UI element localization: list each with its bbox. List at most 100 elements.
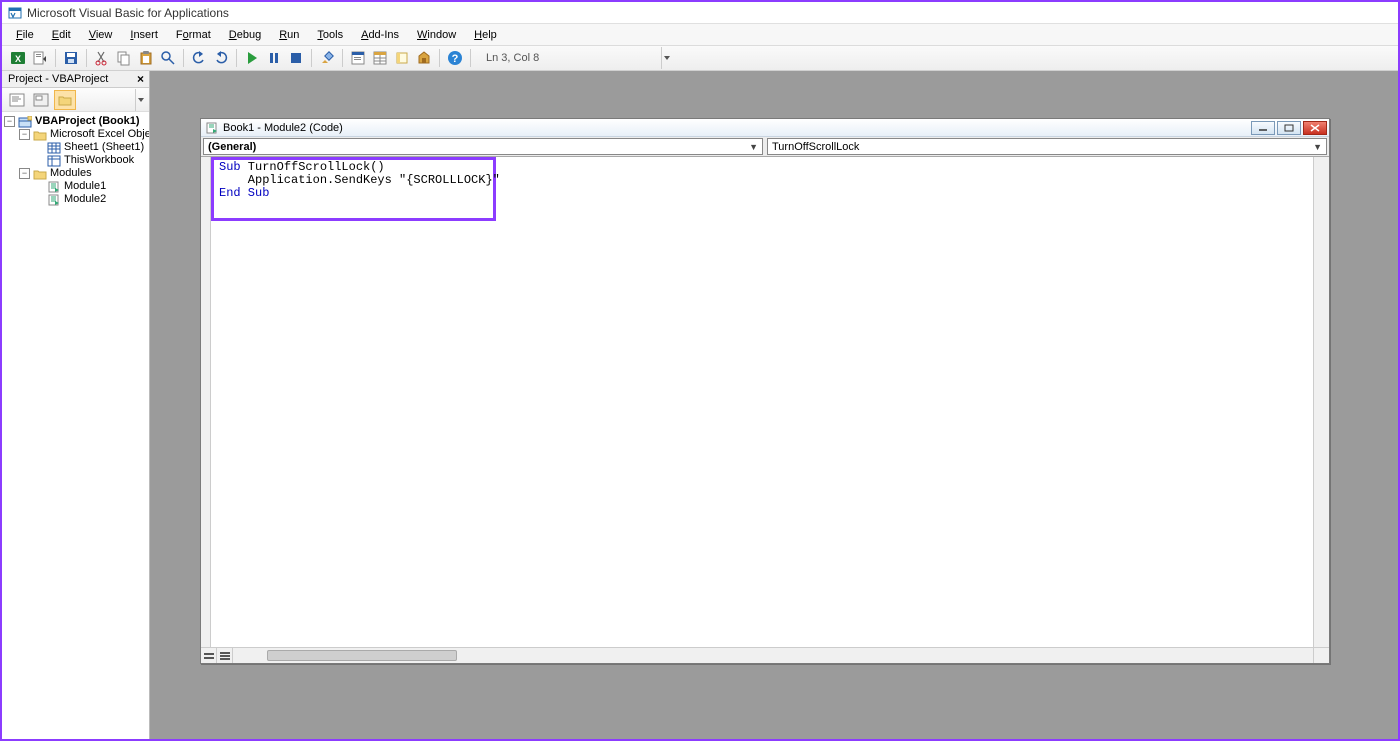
minimize-button[interactable] [1251,121,1275,135]
toolbar-separator [55,49,56,67]
project-toolbar-overflow[interactable] [135,89,145,111]
view-excel-button[interactable]: X [8,48,28,68]
menu-file[interactable]: File [8,27,42,43]
module-icon [205,121,219,134]
tree-item-sheet1[interactable]: Sheet1 (Sheet1) [4,141,147,154]
toolbar-separator [342,49,343,67]
code-body: Sub TurnOffScrollLock() Application.Send… [201,157,1329,647]
project-explorer-titlebar: Project - VBAProject × [2,71,149,88]
view-code-button[interactable] [6,90,28,110]
vba-app-icon [8,6,22,20]
tree-folder-excel-objects[interactable]: − Microsoft Excel Objects [4,128,147,141]
undo-button[interactable] [189,48,209,68]
help-button[interactable]: ? [445,48,465,68]
tree-item-module2[interactable]: Module2 [4,193,147,206]
tree-item-label: Sheet1 (Sheet1) [64,141,144,154]
find-button[interactable] [158,48,178,68]
worksheet-icon [47,141,61,154]
close-code-window-button[interactable] [1303,121,1327,135]
workbook-icon [47,154,61,167]
svg-text:?: ? [452,53,459,65]
paste-button[interactable] [136,48,156,68]
menu-addins[interactable]: Add-Ins [353,27,407,43]
menu-view[interactable]: View [81,27,121,43]
tree-item-module1[interactable]: Module1 [4,180,147,193]
code-text[interactable]: Sub TurnOffScrollLock() Application.Send… [219,161,500,200]
toolbar-overflow-button[interactable] [661,47,671,69]
menu-window[interactable]: Window [409,27,464,43]
procedure-dropdown[interactable]: TurnOffScrollLock ▼ [767,138,1327,155]
horizontal-scrollbar[interactable] [233,648,1313,663]
object-browser-button[interactable] [392,48,412,68]
menu-insert[interactable]: Insert [122,27,166,43]
tree-item-thisworkbook[interactable]: ThisWorkbook [4,154,147,167]
menu-debug[interactable]: Debug [221,27,269,43]
menubar: File Edit View Insert Format Debug Run T… [2,24,1398,46]
main-area: Project - VBAProject × − [2,71,1398,739]
collapse-icon[interactable]: − [19,129,30,140]
code-footer [201,647,1329,663]
resize-grip[interactable] [1313,648,1329,663]
break-button[interactable] [264,48,284,68]
vertical-scrollbar[interactable] [1313,157,1329,647]
tree-folder-label: Microsoft Excel Objects [50,128,149,141]
menu-format[interactable]: Format [168,27,219,43]
menu-edit[interactable]: Edit [44,27,79,43]
close-project-explorer-button[interactable]: × [135,72,146,86]
project-explorer-button[interactable] [348,48,368,68]
toolbox-button[interactable] [414,48,434,68]
module-icon [47,180,61,193]
menu-tools[interactable]: Tools [309,27,351,43]
folder-icon [33,167,47,180]
insert-module-button[interactable] [30,48,50,68]
project-tree[interactable]: − VBAProject (Book1) − Microsoft Excel O… [2,112,149,739]
cut-button[interactable] [92,48,112,68]
code-editor[interactable]: Sub TurnOffScrollLock() Application.Send… [211,157,1313,647]
toolbar-separator [86,49,87,67]
design-mode-button[interactable] [317,48,337,68]
vba-app-window: Microsoft Visual Basic for Applications … [2,2,1398,739]
reset-button[interactable] [286,48,306,68]
toolbar-separator [236,49,237,67]
toolbar-separator [470,49,471,67]
properties-window-button[interactable] [370,48,390,68]
view-object-button[interactable] [30,90,52,110]
collapse-icon[interactable]: − [19,168,30,179]
full-module-view-button[interactable] [217,648,233,663]
maximize-button[interactable] [1277,121,1301,135]
app-title: Microsoft Visual Basic for Applications [27,6,229,20]
tree-root-vbaproject[interactable]: − VBAProject (Book1) [4,115,147,128]
collapse-icon[interactable]: − [4,116,15,127]
procedure-dropdown-value: TurnOffScrollLock [772,141,859,153]
project-explorer-toolbar [2,88,149,112]
menu-help[interactable]: Help [466,27,505,43]
project-icon [18,115,32,128]
toggle-folders-button[interactable] [54,90,76,110]
run-button[interactable] [242,48,262,68]
menu-run[interactable]: Run [271,27,307,43]
project-explorer-panel: Project - VBAProject × − [2,71,150,739]
save-button[interactable] [61,48,81,68]
redo-button[interactable] [211,48,231,68]
mdi-client-area: Book1 - Module2 (Code) (General) ▼ TurnO… [150,71,1398,739]
code-window-buttons [1251,121,1327,135]
chevron-down-icon: ▼ [1313,142,1322,152]
code-window-title: Book1 - Module2 (Code) [223,122,343,134]
tree-root-label: VBAProject (Book1) [35,115,140,128]
code-window: Book1 - Module2 (Code) (General) ▼ TurnO… [200,118,1330,664]
project-explorer-title: Project - VBAProject [8,73,108,85]
module-icon [47,193,61,206]
object-dropdown[interactable]: (General) ▼ [203,138,763,155]
scrollbar-thumb[interactable] [267,650,457,661]
code-dropdown-row: (General) ▼ TurnOffScrollLock ▼ [201,137,1329,157]
tree-folder-modules[interactable]: − Modules [4,167,147,180]
toolbar-separator [183,49,184,67]
chevron-down-icon: ▼ [749,142,758,152]
code-margin[interactable] [201,157,211,647]
procedure-view-button[interactable] [201,648,217,663]
folder-icon [33,128,47,141]
code-window-titlebar[interactable]: Book1 - Module2 (Code) [201,119,1329,137]
tree-item-label: Module2 [64,193,106,206]
copy-button[interactable] [114,48,134,68]
tree-item-label: Module1 [64,180,106,193]
